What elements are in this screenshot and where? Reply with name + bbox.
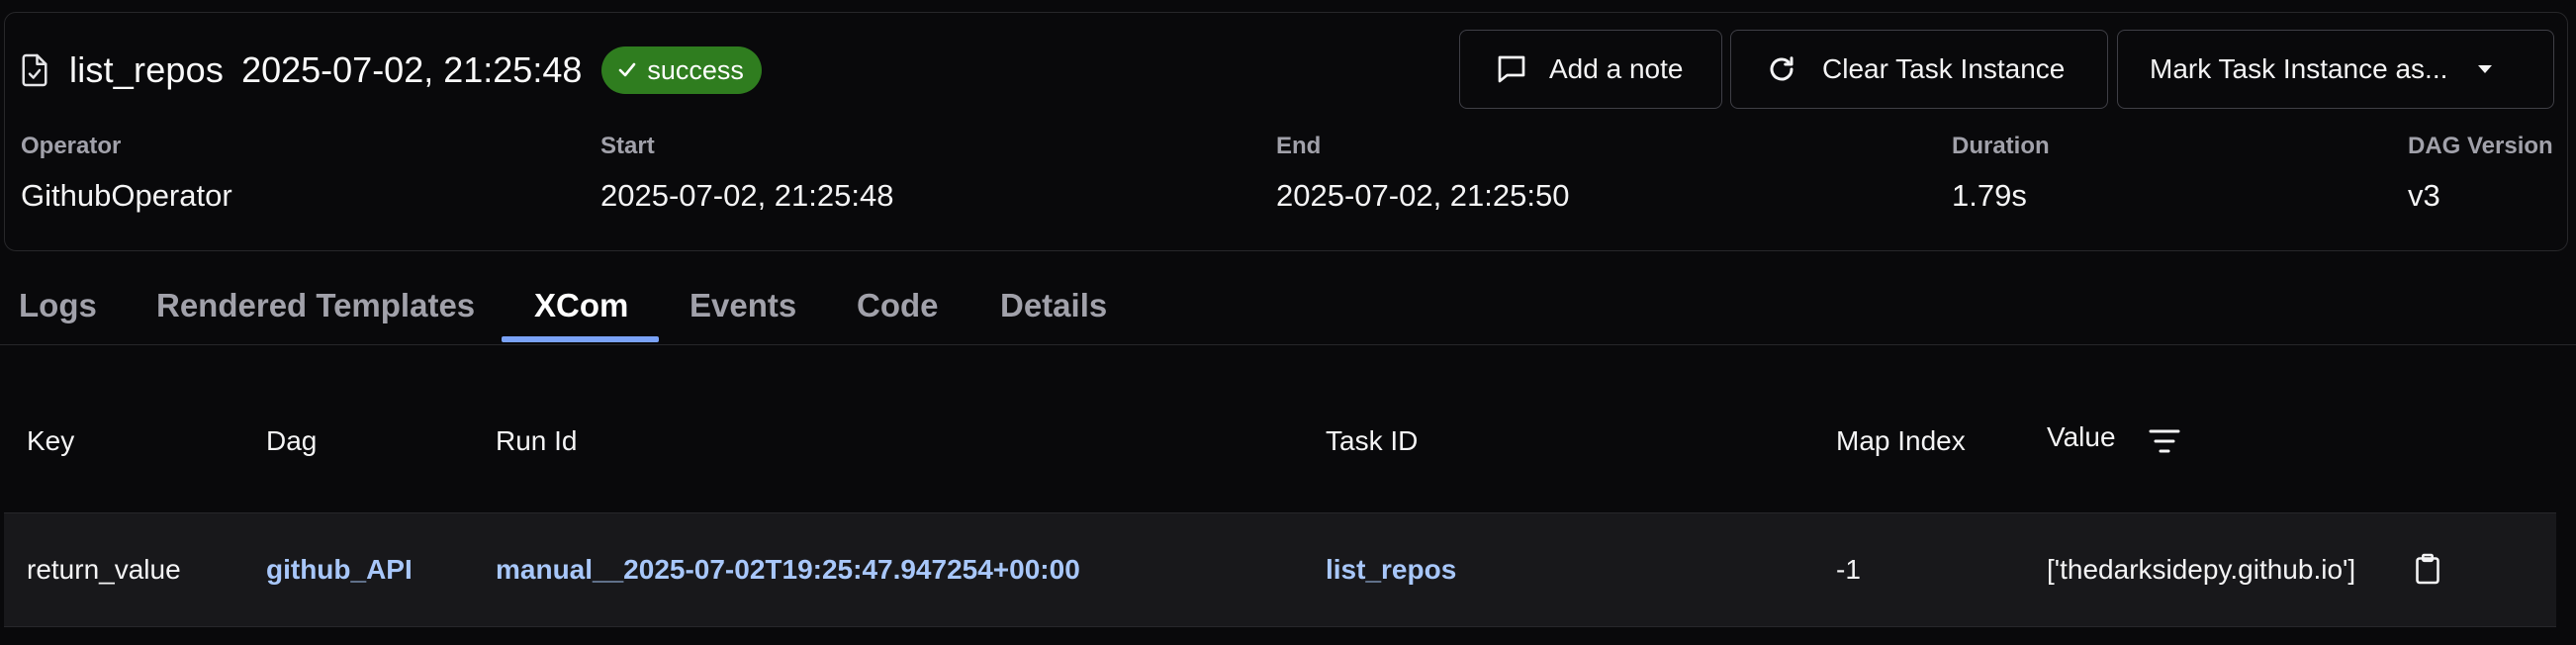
- operator-label: Operator: [21, 133, 122, 159]
- cell-key: return_value: [27, 554, 181, 585]
- task-instance-title-bar: list_repos 2025-07-02, 21:25:48 success: [20, 46, 762, 95]
- clipboard-icon[interactable]: [2414, 552, 2441, 591]
- message-square-icon: [1498, 55, 1525, 83]
- status-badge: success: [601, 46, 762, 94]
- column-header-dag[interactable]: Dag: [266, 425, 317, 457]
- file-check-icon: [20, 50, 53, 90]
- cell-task-id-link[interactable]: list_repos: [1326, 554, 1456, 586]
- mark-task-instance-label: Mark Task Instance as...: [2150, 53, 2448, 84]
- add-note-label: Add a note: [1549, 53, 1684, 84]
- chevron-down-icon: [2478, 65, 2493, 73]
- column-header-value[interactable]: Value: [2047, 421, 2116, 453]
- dag-version-label: DAG Version: [2408, 133, 2553, 159]
- clear-task-instance-label: Clear Task Instance: [1822, 53, 2066, 84]
- status-text: success: [647, 54, 744, 85]
- start-label: Start: [600, 133, 655, 159]
- add-note-button[interactable]: Add a note: [1459, 30, 1722, 109]
- task-name: list_repos: [69, 49, 225, 90]
- cell-dag-link[interactable]: github_API: [266, 554, 413, 586]
- cell-map-index: -1: [1836, 554, 1861, 585]
- tab-events[interactable]: Events: [690, 287, 796, 324]
- tab-code[interactable]: Code: [857, 287, 939, 324]
- task-date: 2025-07-02, 21:25:48: [241, 49, 583, 90]
- column-header-task-id[interactable]: Task ID: [1326, 425, 1418, 457]
- tab-xcom[interactable]: XCom: [534, 287, 628, 324]
- cell-value: ['thedarksidepy.github.io']: [2047, 554, 2356, 585]
- end-label: End: [1276, 133, 1322, 159]
- column-header-run-id[interactable]: Run Id: [496, 425, 578, 457]
- tab-logs[interactable]: Logs: [19, 287, 97, 324]
- tab-details[interactable]: Details: [1000, 287, 1107, 324]
- cell-run-id-link[interactable]: manual__2025-07-02T19:25:47.947254+00:00: [496, 554, 1080, 586]
- end-value: 2025-07-02, 21:25:50: [1276, 178, 1570, 213]
- operator-value: GithubOperator: [21, 178, 232, 213]
- check-icon: [619, 62, 636, 77]
- duration-label: Duration: [1952, 133, 2050, 159]
- filter-icon[interactable]: [2149, 427, 2180, 460]
- column-header-key[interactable]: Key: [27, 425, 74, 457]
- clear-task-instance-button[interactable]: Clear Task Instance: [1730, 30, 2108, 109]
- rotate-cw-icon: [1770, 56, 1794, 81]
- mark-task-instance-dropdown[interactable]: Mark Task Instance as...: [2117, 30, 2554, 109]
- dag-version-value: v3: [2408, 178, 2440, 213]
- tab-rendered-templates[interactable]: Rendered Templates: [156, 287, 475, 324]
- column-header-map-index[interactable]: Map Index: [1836, 425, 1966, 457]
- active-tab-indicator: [502, 336, 659, 342]
- start-value: 2025-07-02, 21:25:48: [600, 178, 894, 213]
- tab-bar: Logs Rendered Templates XCom Events Code…: [0, 273, 2576, 345]
- duration-value: 1.79s: [1952, 178, 2027, 213]
